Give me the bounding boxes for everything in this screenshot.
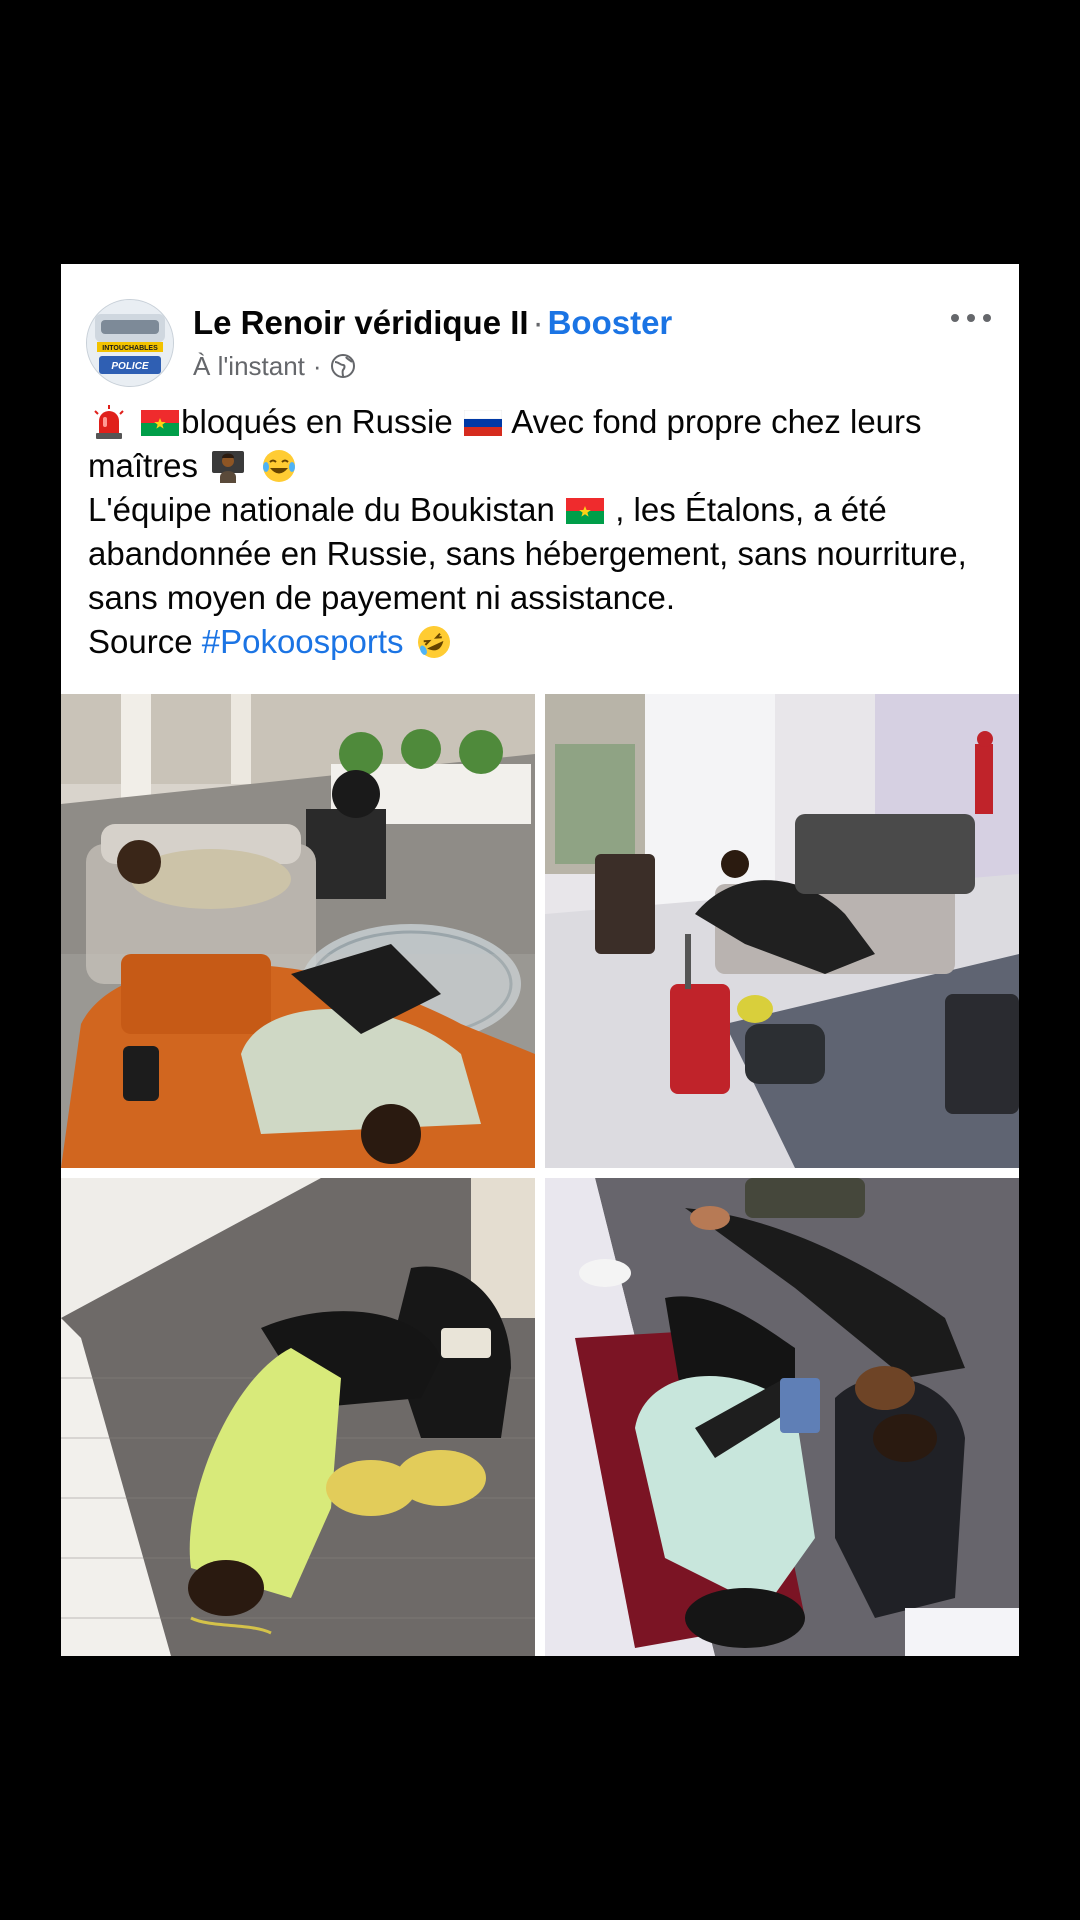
post-text: bloqués en Russie Avec fond propre chez … bbox=[88, 400, 998, 664]
person-at-easel-emoji bbox=[209, 447, 247, 485]
text-para2-a: L'équipe nationale du Boukistan bbox=[88, 491, 555, 528]
author-line: Le Renoir véridique II · Booster bbox=[193, 304, 672, 344]
hashtag-link[interactable]: #Pokoosports bbox=[202, 623, 404, 660]
photo-players-in-hotel-lobby[interactable] bbox=[545, 694, 1019, 1168]
photo-player-sleeping-on-sofa[interactable] bbox=[61, 694, 535, 1168]
source-label: Source bbox=[88, 623, 193, 660]
post-meta: À l'instant · bbox=[193, 350, 356, 382]
text-line1-a: bloqués en Russie bbox=[181, 403, 453, 440]
tears-of-joy-emoji bbox=[260, 447, 298, 485]
more-options-icon[interactable] bbox=[951, 308, 991, 328]
post-text-line-1: bloqués en Russie Avec fond propre chez … bbox=[88, 400, 998, 488]
rotating-light-emoji bbox=[90, 403, 128, 441]
photo-player-on-carpet-yellow-hoodie[interactable] bbox=[61, 1178, 535, 1656]
author-avatar[interactable]: INTOUCHABLES POLICE bbox=[86, 299, 174, 387]
russia-flag-icon bbox=[463, 403, 503, 436]
avatar-banner-text: INTOUCHABLES bbox=[102, 345, 158, 352]
photo-players-lying-on-floor[interactable] bbox=[545, 1178, 1019, 1656]
photo-grid bbox=[61, 694, 1019, 1656]
post-text-paragraph-2: L'équipe nationale du Boukistan , les Ét… bbox=[88, 488, 998, 620]
burkina-faso-flag-icon bbox=[141, 403, 180, 436]
post-timestamp[interactable]: À l'instant bbox=[193, 351, 305, 382]
author-name[interactable]: Le Renoir véridique II bbox=[193, 304, 529, 341]
globe-icon[interactable] bbox=[330, 353, 356, 379]
separator-dot: · bbox=[532, 304, 544, 341]
rolling-laughing-emoji bbox=[415, 623, 453, 661]
burkina-faso-flag-icon-2 bbox=[566, 491, 605, 524]
post-text-source: Source #Pokoosports bbox=[88, 620, 998, 664]
facebook-post-card: INTOUCHABLES POLICE Le Renoir véridique … bbox=[61, 264, 1019, 1656]
post-header: INTOUCHABLES POLICE Le Renoir véridique … bbox=[61, 264, 1019, 387]
boost-link[interactable]: Booster bbox=[548, 304, 673, 341]
meta-separator: · bbox=[312, 350, 322, 381]
avatar-badge-text: POLICE bbox=[111, 361, 149, 372]
